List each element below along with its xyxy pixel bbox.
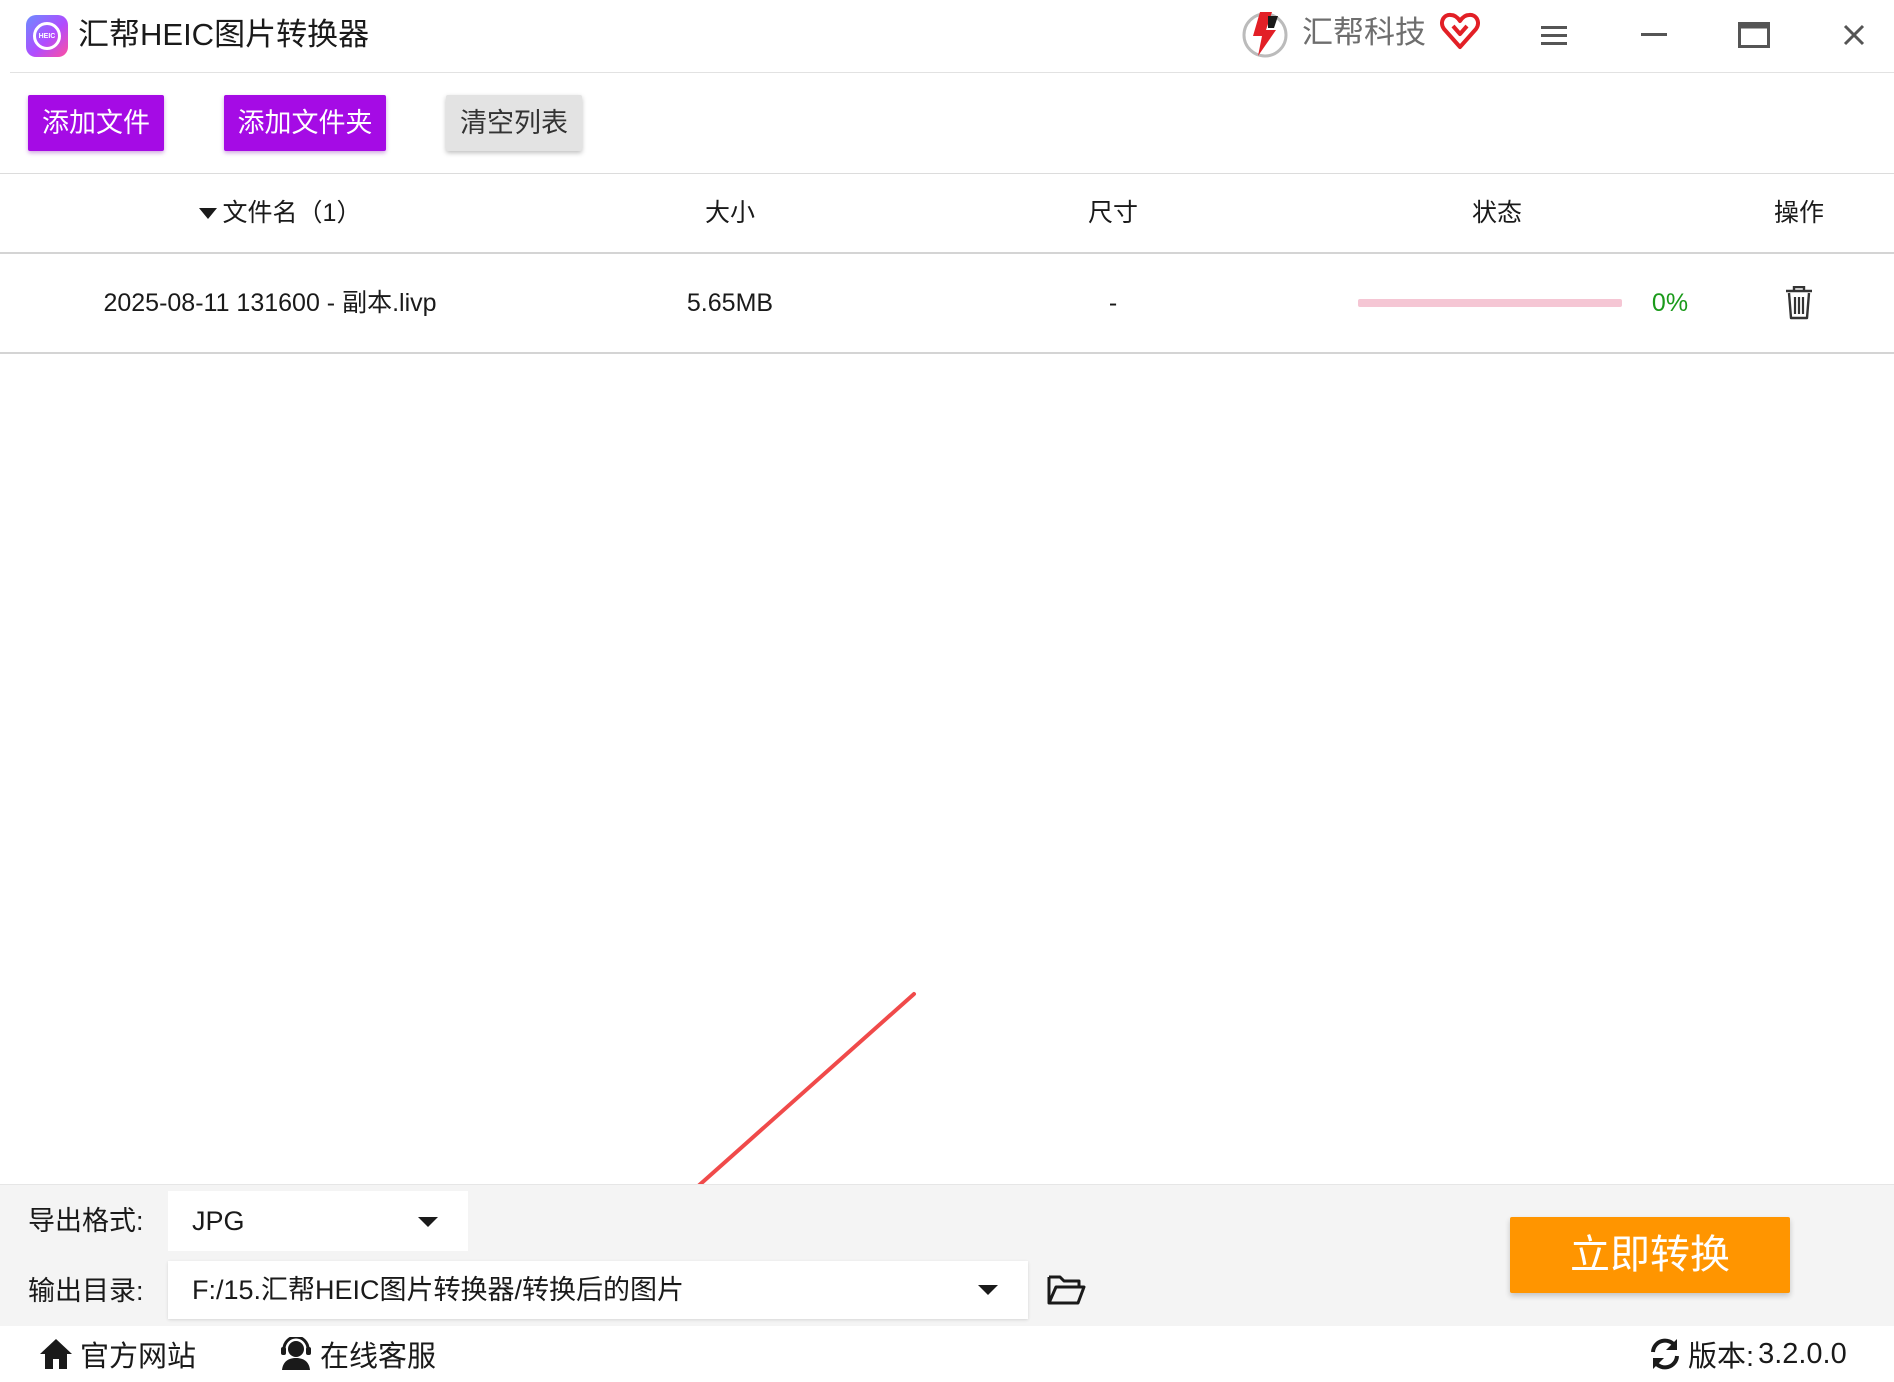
row-size: 5.65MB [686,289,774,317]
app-title: 汇帮HEIC图片转换器 [78,17,370,52]
format-value: JPG [192,1206,245,1236]
clear-list-button[interactable]: 清空列表 [446,95,582,151]
app-logo-icon: HEIC [26,15,68,57]
chevron-down-icon [418,1217,438,1227]
format-label: 导出格式: [28,1206,144,1236]
row-dimensions: - [1108,289,1118,317]
menu-icon [1541,26,1567,45]
heart-icon[interactable] [1440,12,1480,50]
support-link[interactable]: 在线客服 [278,1326,436,1382]
home-icon [40,1339,72,1369]
convert-now-button[interactable]: 立即转换 [1510,1217,1790,1293]
add-file-button[interactable]: 添加文件 [28,95,164,151]
column-dimensions[interactable]: 尺寸 [1063,174,1163,252]
website-label: 官方网站 [80,1341,197,1373]
row-filename: 2025-08-11 131600 - 副本.livp [103,289,437,317]
title-bar: HEIC 汇帮HEIC图片转换器 汇帮科技 [0,0,1894,72]
app-logo-text: HEIC [33,22,61,50]
maximize-icon [1738,22,1770,48]
refresh-icon [1651,1338,1679,1370]
row-divider [0,352,1894,354]
add-folder-button[interactable]: 添加文件夹 [224,95,386,151]
menu-button[interactable] [1529,12,1579,58]
format-select[interactable]: JPG [168,1191,468,1251]
brand-name: 汇帮科技 [1302,15,1426,50]
brand-logo-icon [1242,12,1288,58]
toolbar: 添加文件 添加文件夹 清空列表 [0,73,1894,173]
maximize-button[interactable] [1729,12,1779,58]
support-label: 在线客服 [320,1341,437,1373]
output-label: 输出目录: [28,1276,144,1306]
table-row[interactable]: 2025-08-11 131600 - 副本.livp 5.65MB - 0% [0,254,1894,352]
folder-open-icon[interactable] [1046,1273,1086,1307]
close-button[interactable] [1829,12,1879,58]
minimize-icon [1641,33,1667,36]
column-filename[interactable]: 文件名（1） [150,174,410,252]
trash-icon[interactable] [1784,286,1814,320]
website-link[interactable]: 官方网站 [38,1326,196,1382]
column-size[interactable]: 大小 [680,174,780,252]
version-label: 版本: [1688,1341,1755,1373]
settings-panel: 导出格式: JPG 输出目录: F:/15.汇帮HEIC图片转换器/转换后的图片… [0,1184,1894,1326]
headset-icon [281,1337,311,1370]
table-header: 文件名（1） 大小 尺寸 状态 操作 [0,174,1894,252]
progress-bar [1358,299,1622,307]
column-filename-label: 文件名（1） [222,199,362,227]
chevron-down-icon [978,1285,998,1295]
output-dir-select[interactable]: F:/15.汇帮HEIC图片转换器/转换后的图片 [168,1261,1028,1319]
status-bar: 官方网站 在线客服 版本: 3.2.0.0 [0,1326,1894,1382]
progress-percent: 0% [1651,289,1689,317]
close-icon [1843,24,1865,46]
sort-desc-icon [198,208,217,220]
column-action: 操作 [1773,199,1824,227]
version-value: 3.2.0.0 [1758,1337,1847,1370]
column-status[interactable]: 状态 [1447,174,1547,252]
output-dir-value: F:/15.汇帮HEIC图片转换器/转换后的图片 [192,1275,685,1305]
minimize-button[interactable] [1629,12,1679,58]
version-info[interactable]: 版本: 3.2.0.0 [1648,1326,1847,1382]
